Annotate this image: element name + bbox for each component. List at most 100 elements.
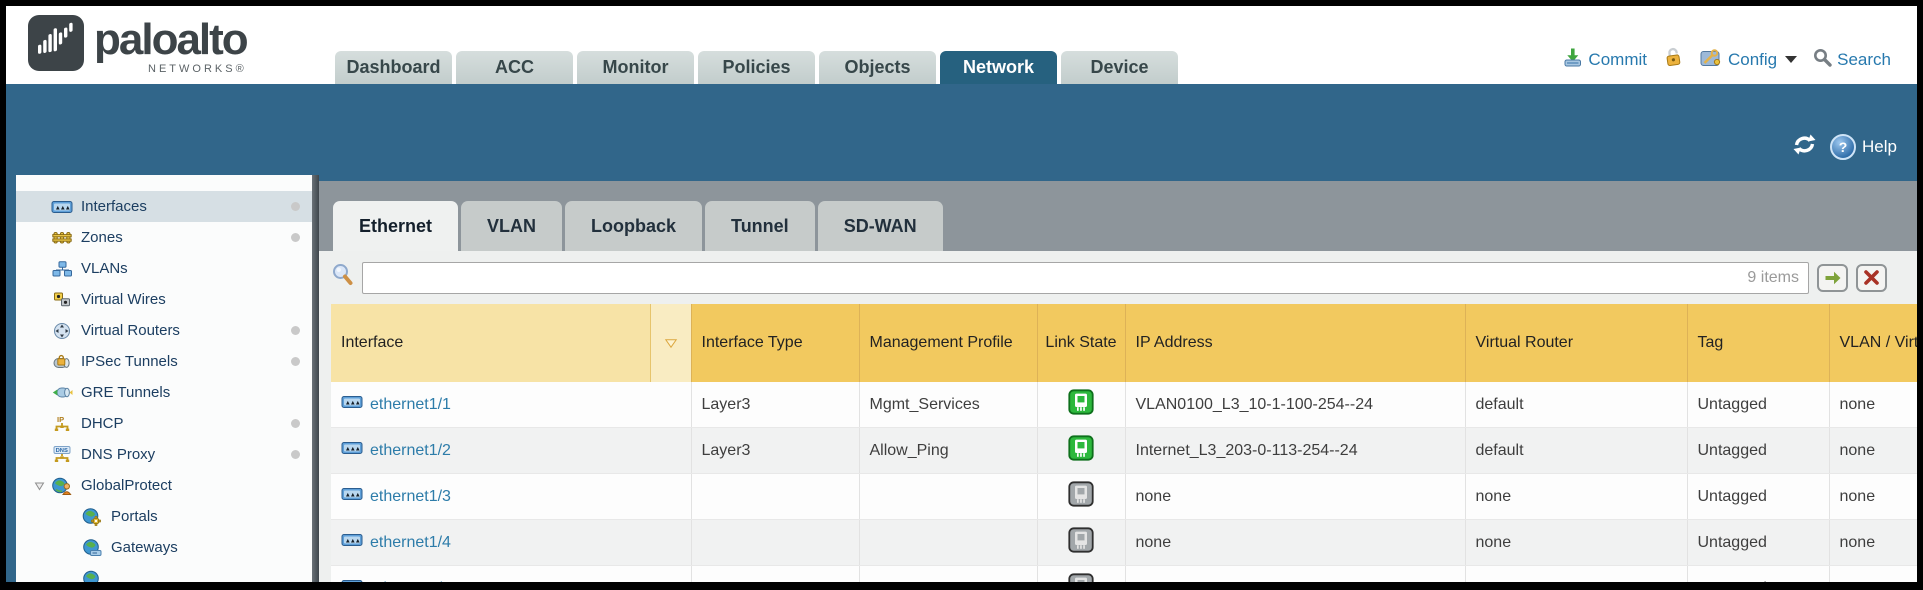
sidebar-item-ipsec-tunnels[interactable]: IPSec Tunnels <box>16 346 312 377</box>
sidebar-item-label: IPSec Tunnels <box>81 353 178 370</box>
cell-interface: ethernet1/2 <box>331 428 691 474</box>
apply-filter-button[interactable] <box>1817 264 1848 292</box>
nav-tab-device[interactable]: Device <box>1061 51 1178 84</box>
nav-tab-network[interactable]: Network <box>940 51 1057 84</box>
subtab-loopback[interactable]: Loopback <box>565 201 702 251</box>
clear-filter-button[interactable] <box>1856 264 1887 292</box>
column-header-virtual-router[interactable]: Virtual Router <box>1465 304 1687 382</box>
tunnel-icon <box>50 385 74 400</box>
sidebar-item-label: DNS Proxy <box>81 446 155 463</box>
subtab-ethernet[interactable]: Ethernet <box>333 201 458 251</box>
search-button[interactable]: Search <box>1813 48 1891 72</box>
sidebar-item-gre-tunnels[interactable]: GRE Tunnels <box>16 377 312 408</box>
cell-link-state <box>1037 474 1125 520</box>
dhcp-icon: IP <box>50 415 74 433</box>
nav-tab-acc[interactable]: ACC <box>456 51 573 84</box>
column-header-tag[interactable]: Tag <box>1687 304 1829 382</box>
expander-triangle-icon[interactable] <box>34 481 50 491</box>
cell-profile <box>859 474 1037 520</box>
sort-dropdown-icon[interactable] <box>650 304 691 382</box>
nav-tab-dashboard[interactable]: Dashboard <box>335 51 452 84</box>
commit-icon <box>1562 47 1583 73</box>
sidebar-item-label: GlobalProtect <box>81 477 172 494</box>
cell-router: default <box>1465 428 1687 474</box>
subtab-tunnel[interactable]: Tunnel <box>705 201 815 251</box>
utility-links: Commit Conf <box>1562 46 1891 73</box>
nav-tab-monitor[interactable]: Monitor <box>577 51 694 84</box>
cell-ip: none <box>1125 474 1465 520</box>
cell-tag: Untagged <box>1687 520 1829 566</box>
table-row: ethernet1/1Layer3Mgmt_ServicesVLAN0100_L… <box>331 382 1917 428</box>
sidebar-item-dhcp[interactable]: IPDHCP <box>16 408 312 439</box>
sidebar-item-item[interactable] <box>16 563 312 582</box>
cell-tag: Untagged <box>1687 566 1829 583</box>
help-icon[interactable]: ? <box>1830 134 1856 160</box>
column-header-link-state[interactable]: Link State <box>1037 304 1125 382</box>
cell-tag: Untagged <box>1687 474 1829 520</box>
sidebar-item-label: GRE Tunnels <box>81 384 170 401</box>
interface-link[interactable]: ethernet1/5 <box>370 580 451 583</box>
interface-link[interactable]: ethernet1/2 <box>370 442 451 460</box>
brand-name: paloalto <box>94 15 247 65</box>
commit-button[interactable]: Commit <box>1562 47 1647 73</box>
cell-interface: ethernet1/1 <box>331 382 691 428</box>
cell-tag: Untagged <box>1687 428 1829 474</box>
filter-input[interactable] <box>362 262 1809 294</box>
refresh-icon[interactable] <box>1791 134 1818 160</box>
sidebar-item-zones[interactable]: Zones <box>16 222 312 253</box>
nav-tab-objects[interactable]: Objects <box>819 51 936 84</box>
sidebar-item-dns-proxy[interactable]: DNS DNS Proxy <box>16 439 312 470</box>
interface-link[interactable]: ethernet1/3 <box>370 488 451 506</box>
column-header-interface-type[interactable]: Interface Type <box>691 304 859 382</box>
filter-input-wrap: 9 items <box>362 262 1809 294</box>
cell-interface: ethernet1/5 <box>331 566 691 583</box>
content-area: InterfacesZones VLANs Virtual Wires Virtual… <box>6 175 1917 582</box>
cell-profile <box>859 566 1037 583</box>
cell-router: none <box>1465 566 1687 583</box>
sidebar-item-globalprotect[interactable]: GlobalProtect <box>16 470 312 501</box>
cell-type <box>691 474 859 520</box>
sidebar-item-vlans[interactable]: VLANs <box>16 253 312 284</box>
interfaces-table: InterfaceInterface TypeManagement Profil… <box>331 304 1917 582</box>
status-dot <box>291 233 300 242</box>
subtab-sd-wan[interactable]: SD-WAN <box>818 201 943 251</box>
interface-link[interactable]: ethernet1/4 <box>370 534 451 552</box>
sidebar-item-portals[interactable]: Portals <box>16 501 312 532</box>
sidebar-item-virtual-routers[interactable]: Virtual Routers <box>16 315 312 346</box>
sidebar-item-label: Virtual Wires <box>81 291 166 308</box>
cell-vlan: none <box>1829 382 1917 428</box>
sidebar-item-virtual-wires[interactable]: Virtual Wires <box>16 284 312 315</box>
cell-router: default <box>1465 382 1687 428</box>
config-menu[interactable]: Config <box>1699 47 1797 73</box>
help-label[interactable]: Help <box>1862 137 1897 157</box>
cell-router: none <box>1465 520 1687 566</box>
cell-interface: ethernet1/4 <box>331 520 691 566</box>
globe-icon <box>80 570 104 583</box>
nav-tab-policies[interactable]: Policies <box>698 51 815 84</box>
sidebar-splitter[interactable] <box>312 175 319 582</box>
dns-icon: DNS <box>50 446 74 464</box>
column-header-vlan-virtual-wire[interactable]: VLAN / Virtual-Wire <box>1829 304 1917 382</box>
interface-link[interactable]: ethernet1/1 <box>370 396 451 414</box>
column-header-management-profile[interactable]: Management Profile <box>859 304 1037 382</box>
brand-wordmark: paloalto NETWORKS® <box>94 15 247 75</box>
help-cluster: ? Help <box>1791 134 1897 160</box>
lock-button[interactable] <box>1663 46 1683 73</box>
commit-label: Commit <box>1588 50 1647 70</box>
cell-vlan: none <box>1829 428 1917 474</box>
status-dot <box>291 450 300 459</box>
interface-icon <box>341 487 363 506</box>
column-header-ip-address[interactable]: IP Address <box>1125 304 1465 382</box>
config-label: Config <box>1728 50 1777 70</box>
cell-type <box>691 566 859 583</box>
main-nav-tabs: DashboardACCMonitorPoliciesObjectsNetwor… <box>335 51 1178 84</box>
cell-router: none <box>1465 474 1687 520</box>
sidebar-item-label: VLANs <box>81 260 128 277</box>
link-state-down-icon <box>1068 494 1094 511</box>
column-header-interface[interactable]: Interface <box>331 304 691 382</box>
sidebar-item-interfaces[interactable]: Interfaces <box>16 191 312 222</box>
status-dot <box>291 326 300 335</box>
cell-profile: Allow_Ping <box>859 428 1037 474</box>
subtab-vlan[interactable]: VLAN <box>461 201 562 251</box>
sidebar-item-gateways[interactable]: Gateways <box>16 532 312 563</box>
